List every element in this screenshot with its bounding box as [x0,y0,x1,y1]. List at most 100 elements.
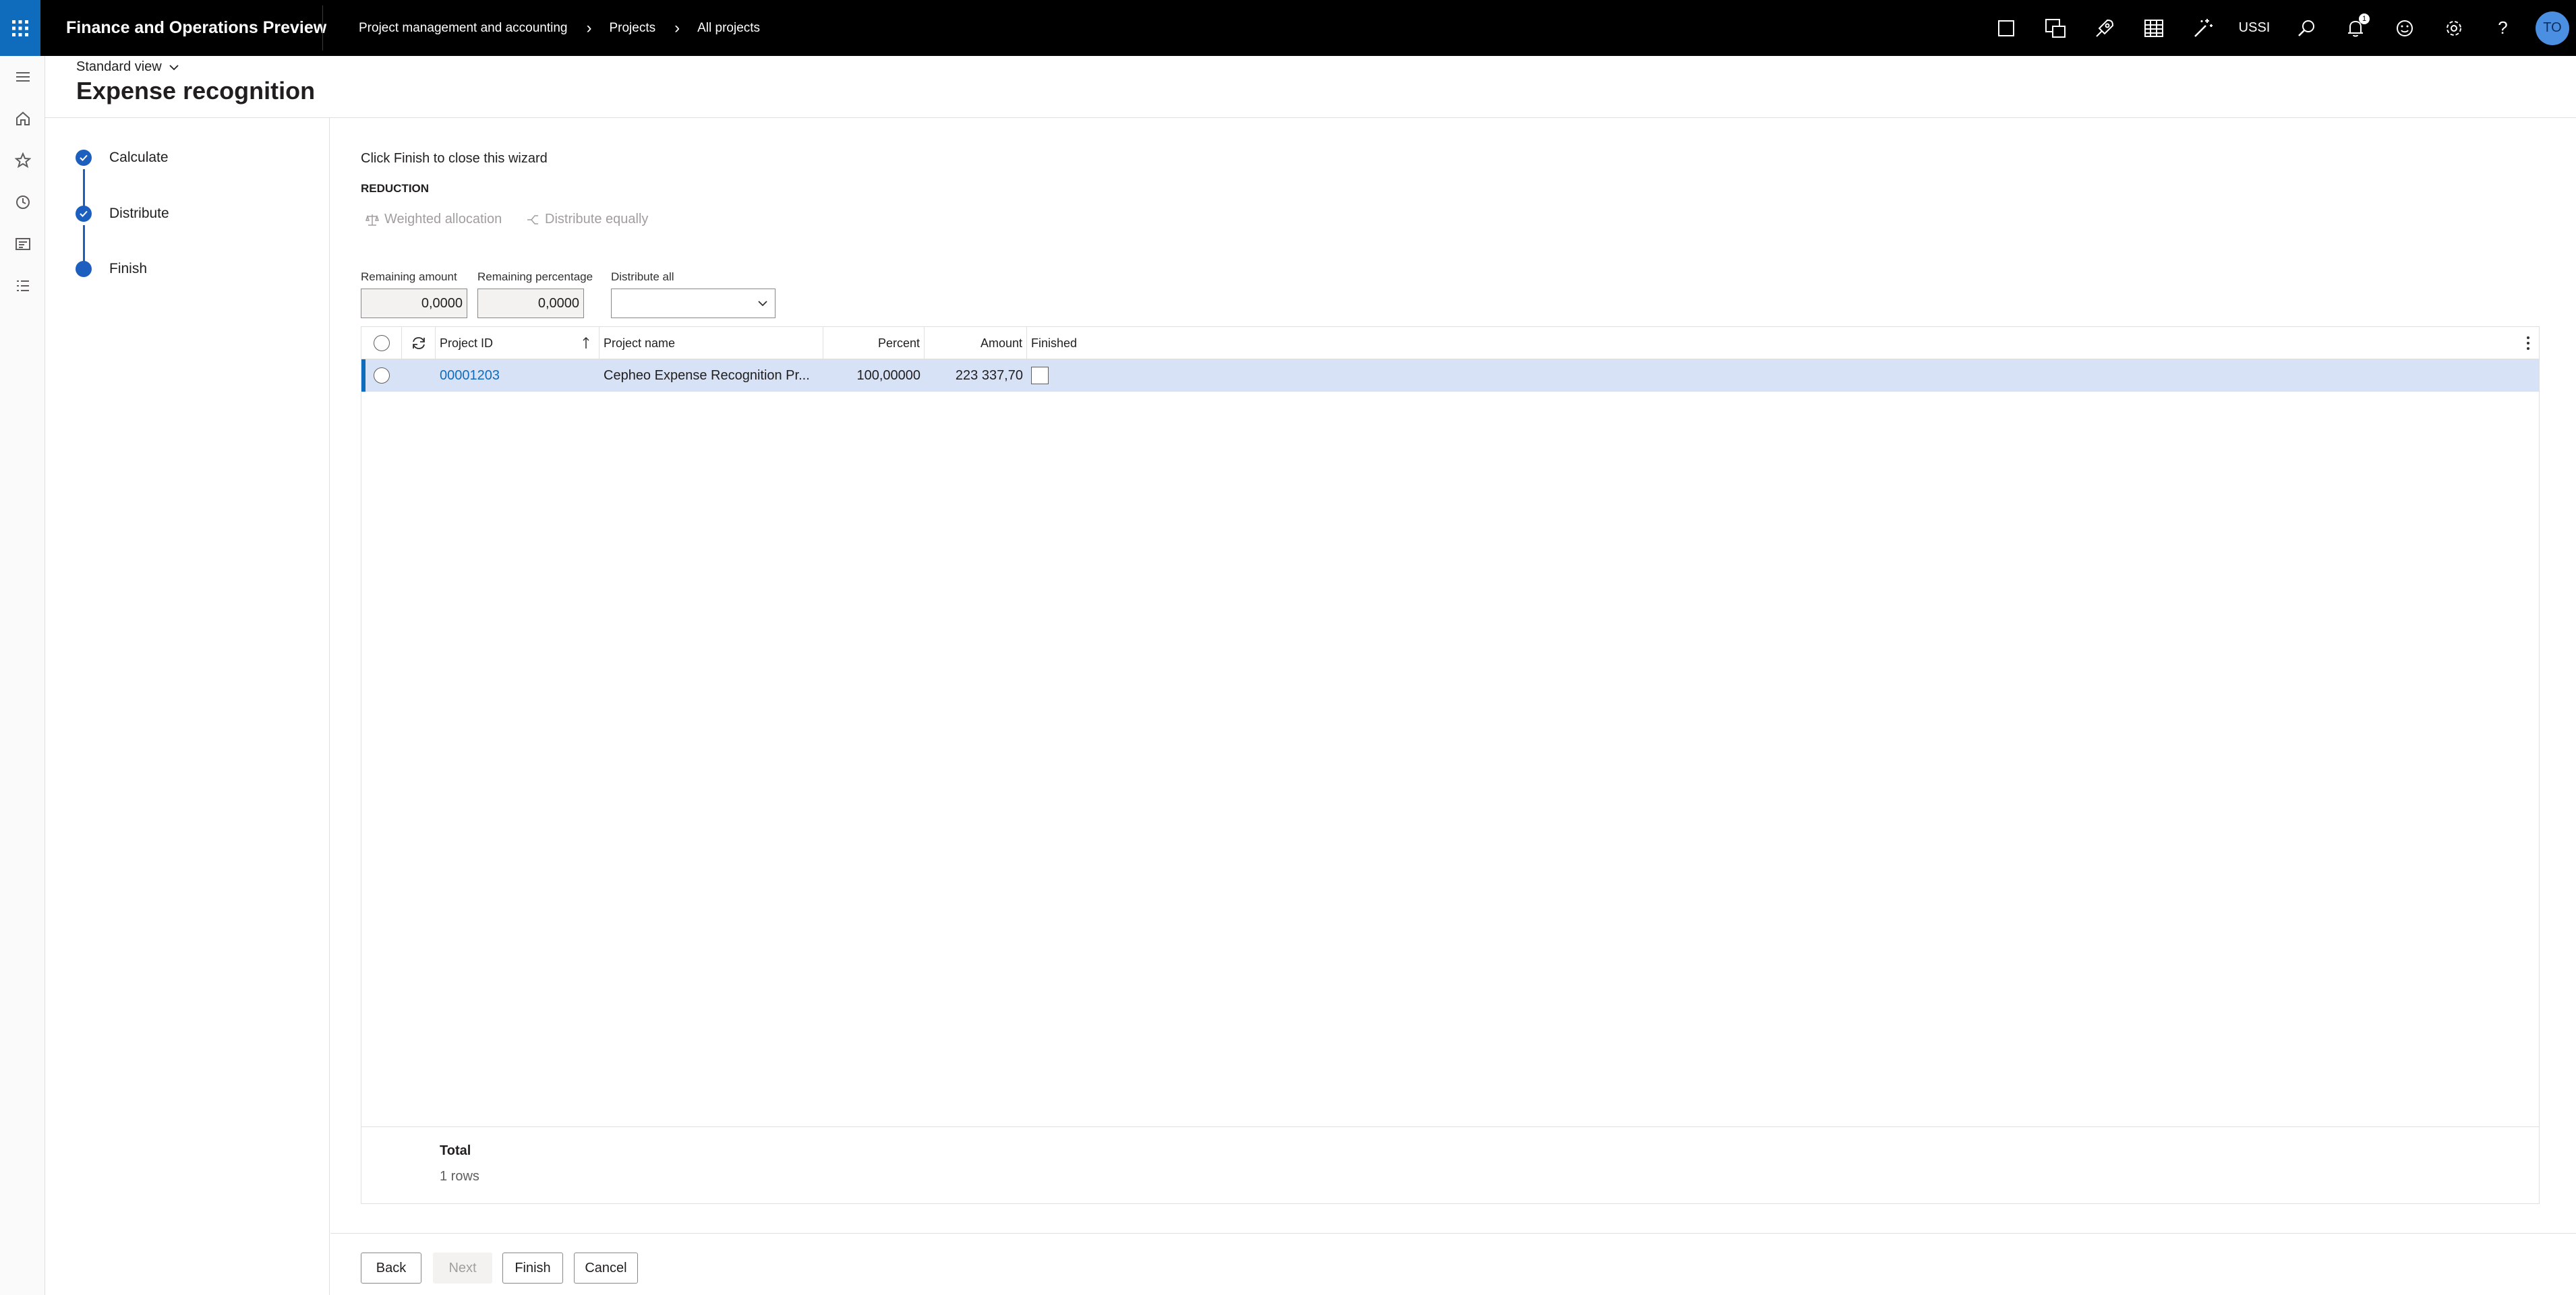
nav-home[interactable] [0,98,45,140]
projects-grid: Project ID Project name Percent Amount F… [361,326,2540,1204]
app-name[interactable]: Finance and Operations Preview [66,0,326,56]
navigation-pane [0,56,45,1295]
square-button[interactable] [1981,0,2030,56]
app-launcher-button[interactable] [0,0,40,56]
checkmark-icon [76,206,92,222]
step-connector [83,169,85,207]
nav-modules[interactable] [0,265,45,307]
chevron-down-icon [758,301,767,307]
more-options-icon[interactable] [2521,334,2535,353]
remaining-amount-field[interactable]: 0,0000 [361,289,467,318]
row-select-cell[interactable] [361,359,402,392]
nav-workspaces[interactable] [0,223,45,265]
distribute-icon [527,214,538,224]
column-header-finished[interactable]: Finished [1027,327,2504,359]
view-selector[interactable]: Standard view [76,59,179,75]
step-distribute[interactable]: Distribute [76,206,169,222]
home-icon [16,111,30,125]
top-bar: Finance and Operations Preview Project m… [0,0,2576,56]
rocket-icon [2095,19,2113,37]
search-button[interactable] [2281,0,2331,56]
chevron-right-icon: › [674,18,680,37]
column-header-project-id[interactable]: Project ID [436,327,599,359]
wizard-content: Click Finish to close this wizard REDUCT… [330,118,2576,1295]
amount-cell[interactable]: 223 337,70 [925,359,1027,392]
weighted-allocation-button[interactable]: Weighted allocation [365,212,502,227]
question-mark-icon: ? [2498,18,2508,38]
office-icon [2045,18,2066,38]
next-button[interactable]: Next [433,1253,492,1284]
notifications-button[interactable]: 1 [2331,0,2380,56]
total-label: Total [440,1143,471,1158]
nav-recent[interactable] [0,181,45,223]
view-selector-label: Standard view [76,59,162,74]
rocket-button[interactable] [2080,0,2129,56]
distribute-all-select[interactable] [611,289,775,318]
help-button[interactable]: ? [2478,0,2527,56]
grid-footer: Total 1 rows [361,1126,2539,1204]
page-title: Expense recognition [76,77,316,104]
breadcrumb-item-all-projects[interactable]: All projects [697,21,760,36]
breadcrumb-item-module[interactable]: Project management and accounting [359,21,567,36]
notification-badge: 1 [2359,13,2370,24]
expand-nav-button[interactable] [0,56,45,98]
step-finish[interactable]: Finish [76,261,147,277]
remaining-percentage-field[interactable]: 0,0000 [477,289,584,318]
balance-icon [365,214,379,226]
step-label: Distribute [109,206,169,221]
list-icon [16,280,29,291]
select-all-column[interactable] [361,327,402,359]
grid-header: Project ID Project name Percent Amount F… [361,327,2539,359]
breadcrumb-item-projects[interactable]: Projects [609,21,655,36]
breadcrumb: Project management and accounting › Proj… [359,0,760,56]
checkmark-icon [76,150,92,166]
row-count: 1 rows [440,1169,479,1184]
remaining-percentage-label: Remaining percentage [477,270,593,283]
sort-ascending-icon [583,336,589,349]
column-header-percent[interactable]: Percent [823,327,925,359]
finished-cell[interactable] [1027,359,1067,392]
magic-wand-button[interactable] [2178,0,2227,56]
remaining-amount-label: Remaining amount [361,270,457,283]
distribute-equally-label: Distribute equally [545,212,649,227]
workspace-icon [15,238,30,250]
feedback-button[interactable] [2380,0,2429,56]
footer-divider [330,1233,2576,1234]
step-calculate[interactable]: Calculate [76,150,169,166]
refresh-column[interactable] [402,327,436,359]
office-integration-button[interactable] [2030,0,2080,56]
step-label: Finish [109,261,148,276]
column-label: Project ID [440,336,494,350]
distribute-equally-button[interactable]: Distribute equally [526,212,648,227]
clock-icon [16,195,30,209]
column-header-project-name[interactable]: Project name [599,327,823,359]
table-row[interactable]: 00001203 Cepheo Expense Recognition Pr..… [361,359,2539,392]
current-step-icon [76,261,92,277]
project-name-cell[interactable]: Cepheo Expense Recognition Pr... [599,359,823,392]
calculator-button[interactable] [2129,0,2178,56]
cancel-button[interactable]: Cancel [574,1253,638,1284]
weighted-allocation-label: Weighted allocation [384,212,502,227]
step-label: Calculate [109,150,169,165]
row-select-radio[interactable] [374,367,390,384]
finish-button[interactable]: Finish [502,1253,563,1284]
distribute-all-label: Distribute all [611,270,674,283]
wizard-steps: Calculate Distribute Finish [45,118,330,1295]
chevron-down-icon [169,64,179,70]
back-button[interactable]: Back [361,1253,421,1284]
chevron-right-icon: › [586,18,592,37]
settings-button[interactable] [2429,0,2478,56]
column-header-amount[interactable]: Amount [925,327,1027,359]
percent-cell[interactable]: 100,00000 [823,359,925,392]
company-selector[interactable]: USSI [2227,20,2281,36]
project-id-link[interactable]: 00001203 [436,359,599,392]
finished-checkbox[interactable] [1031,367,1049,384]
magic-wand-icon [2194,18,2213,37]
avatar[interactable]: TO [2536,11,2569,45]
smiley-icon [2396,20,2413,36]
topbar-divider [322,5,323,51]
select-all-radio[interactable] [373,335,390,351]
nav-favorites[interactable] [0,140,45,181]
star-icon [14,152,31,169]
instruction-text: Click Finish to close this wizard [361,151,548,166]
